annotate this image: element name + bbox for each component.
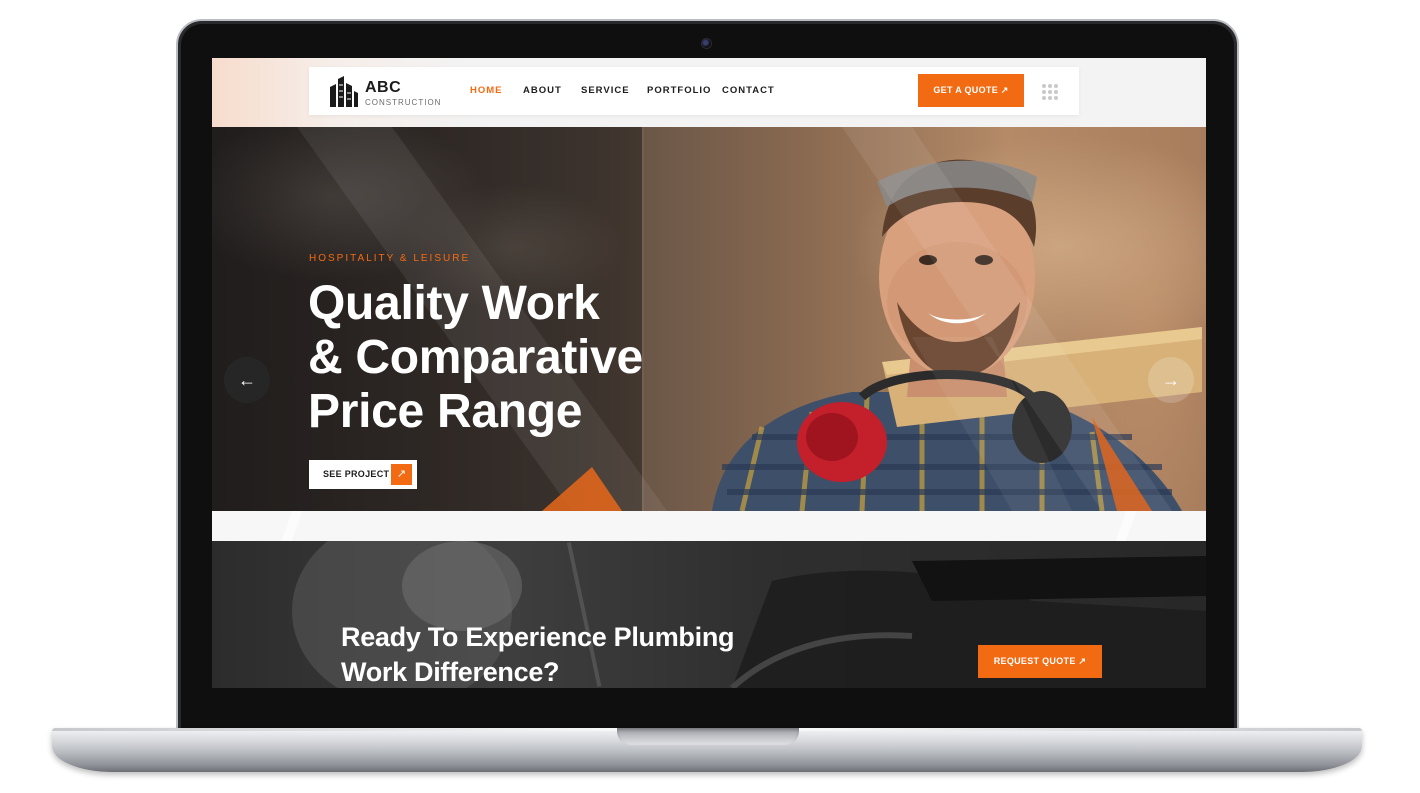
- see-project-button[interactable]: SEE PROJECT ↗: [309, 460, 417, 489]
- hero-title-line: & Comparative: [308, 331, 643, 384]
- logo[interactable]: ABC CONSTRUCTION: [328, 75, 458, 109]
- cta-title-line: Ready To Experience Plumbing: [341, 622, 735, 652]
- see-project-label: SEE PROJECT: [323, 469, 390, 479]
- section-divider: [212, 511, 1206, 541]
- brand-name: ABC: [365, 79, 402, 96]
- laptop-notch: [617, 728, 799, 745]
- hero-slider: HOSPITALITY & LEISURE Quality Work & Com…: [212, 127, 1206, 511]
- cta-title-line: Work Difference?: [341, 657, 560, 687]
- get-a-quote-button[interactable]: GET A QUOTE ↗: [918, 74, 1024, 107]
- brand-tagline: CONSTRUCTION: [365, 98, 442, 107]
- slider-next-arrow-icon[interactable]: →: [1148, 357, 1194, 403]
- grid-menu-icon[interactable]: [1042, 84, 1059, 101]
- arrow-up-right-icon: ↗: [391, 464, 412, 485]
- hero-eyebrow: HOSPITALITY & LEISURE: [309, 253, 471, 264]
- nav-item-contact[interactable]: CONTACT: [722, 85, 775, 97]
- building-logo-icon: [330, 76, 358, 107]
- hero-title-line: Price Range: [308, 385, 583, 438]
- slider-prev-arrow-icon[interactable]: ←: [224, 357, 270, 403]
- navbar: ABC CONSTRUCTION HOME ABOUT SERVICE PORT…: [309, 67, 1079, 115]
- hero-title-line: Quality Work: [308, 277, 600, 330]
- cta-title: Ready To Experience Plumbing Work Differ…: [341, 620, 761, 688]
- nav-item-home[interactable]: HOME: [470, 85, 503, 97]
- nav-item-service[interactable]: SERVICE: [581, 85, 630, 97]
- cta-section: Ready To Experience Plumbing Work Differ…: [212, 541, 1206, 688]
- nav-item-portfolio[interactable]: PORTFOLIO: [647, 85, 711, 97]
- webcam-icon: [701, 38, 712, 49]
- nav-item-about[interactable]: ABOUT: [523, 85, 562, 97]
- hero-title: Quality Work & Comparative Price Range: [308, 277, 728, 439]
- website-screen: ABC CONSTRUCTION HOME ABOUT SERVICE PORT…: [212, 58, 1206, 688]
- request-quote-button[interactable]: REQUEST QUOTE ↗: [978, 645, 1102, 678]
